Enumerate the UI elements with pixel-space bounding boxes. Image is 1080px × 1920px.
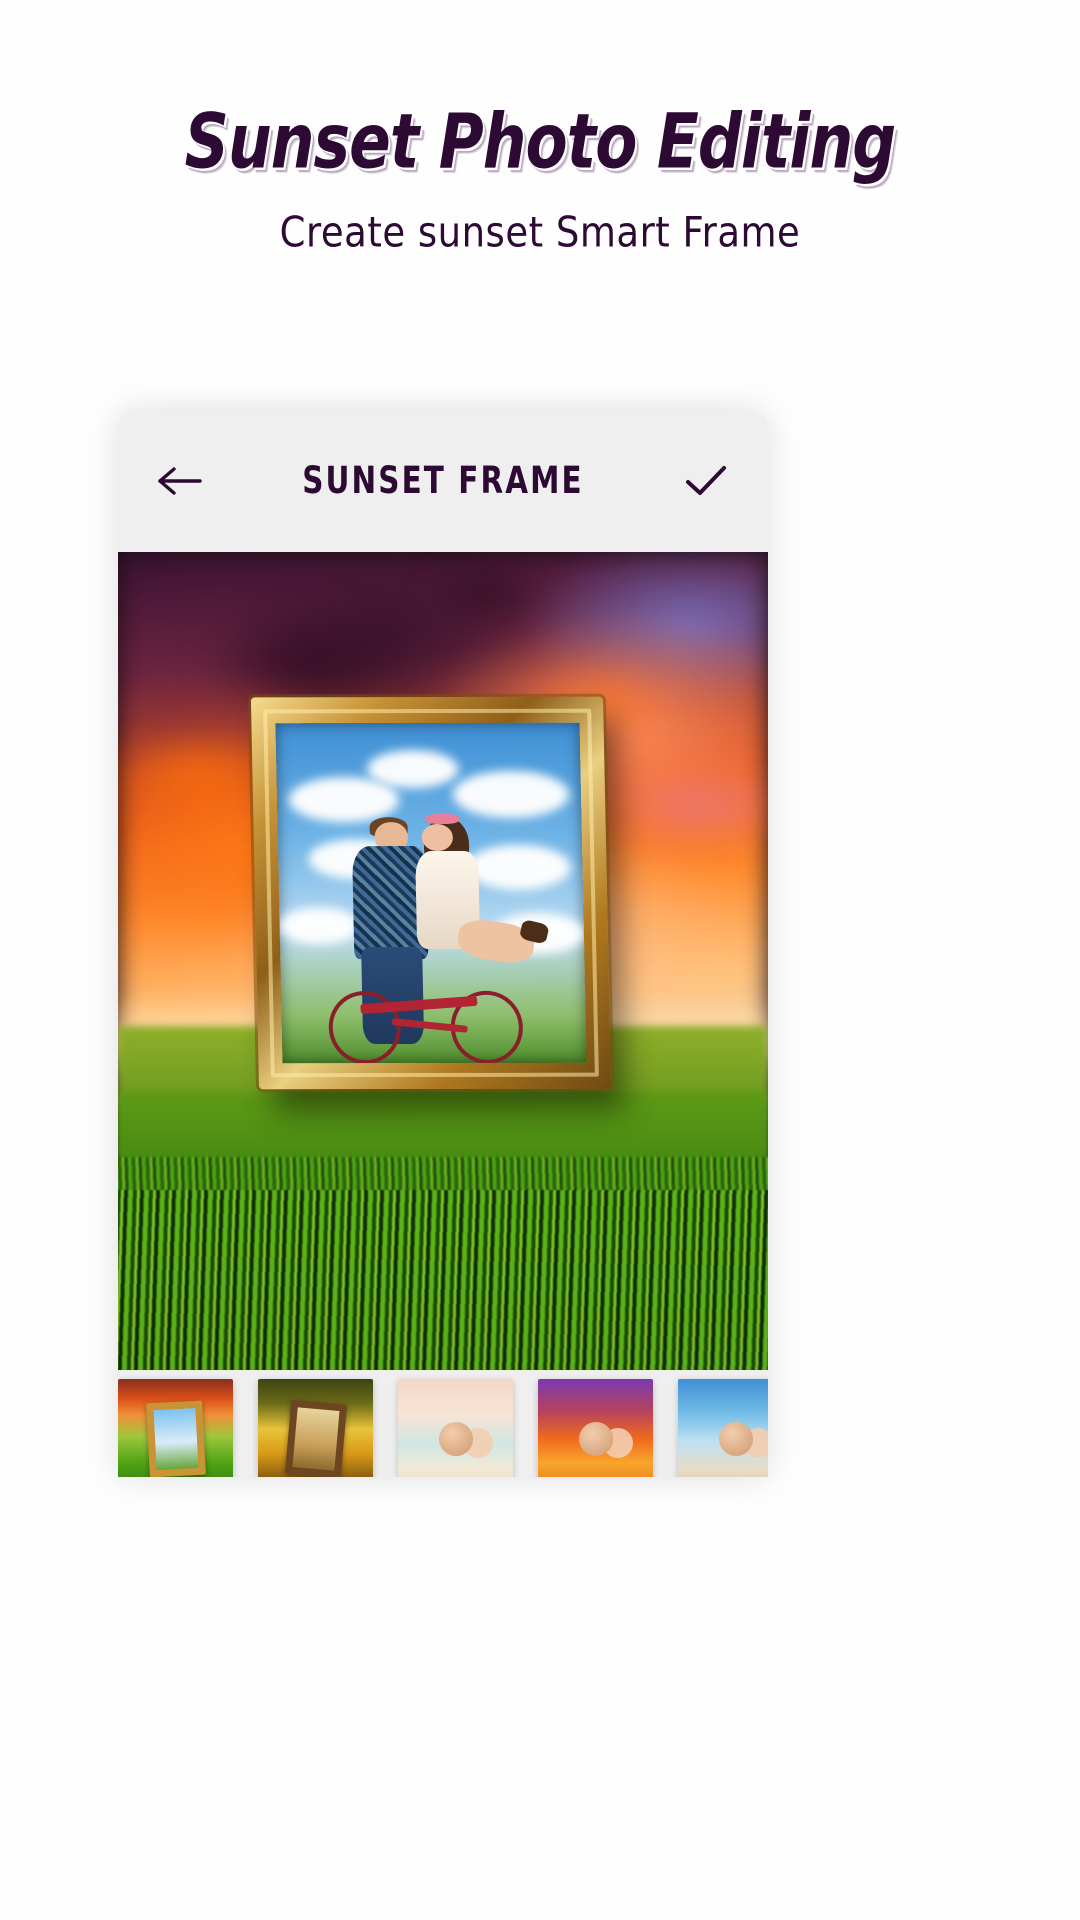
app-header-bar: SUNSET FRAME <box>118 410 768 552</box>
app-preview-card: SUNSET FRAME <box>118 410 768 1477</box>
editor-canvas[interactable] <box>118 552 768 1370</box>
frame-thumbnail-strip[interactable] <box>118 1370 768 1477</box>
couple-figure <box>320 804 550 1064</box>
arrow-left-icon <box>158 467 202 495</box>
back-button[interactable] <box>152 453 208 509</box>
promo-title: Sunset Photo Editing <box>184 99 897 187</box>
foreground-grass-layer <box>118 1190 768 1370</box>
thumbnail-item[interactable] <box>678 1379 768 1477</box>
done-button[interactable] <box>678 453 734 509</box>
screen-root: Sunset Photo Editing Create sunset Smart… <box>0 0 1080 1920</box>
check-icon <box>686 466 726 495</box>
page-title: SUNSET FRAME <box>302 459 584 503</box>
promo-header: Sunset Photo Editing Create sunset Smart… <box>0 0 1080 257</box>
promo-subtitle: Create sunset Smart Frame <box>279 208 801 257</box>
thumbnail-item[interactable] <box>538 1379 653 1477</box>
thumbnail-item[interactable] <box>398 1379 513 1477</box>
thumbnail-item[interactable] <box>258 1379 373 1477</box>
inner-photo <box>275 722 587 1064</box>
golden-photo-frame[interactable] <box>250 696 612 1090</box>
thumbnail-item[interactable] <box>118 1379 233 1477</box>
